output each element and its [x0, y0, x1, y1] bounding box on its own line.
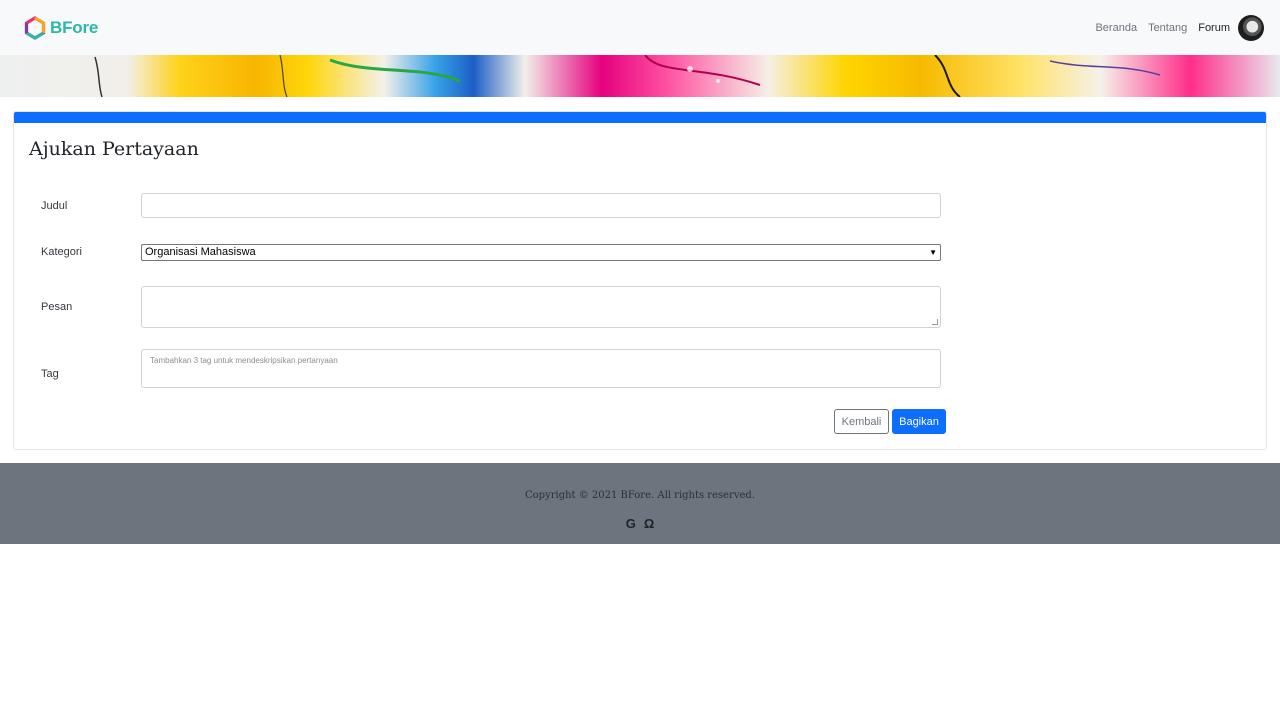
card-header-strip	[14, 112, 1266, 123]
page-title: Ajukan Pertayaan	[29, 138, 199, 160]
title-input[interactable]	[141, 193, 941, 218]
tag-placeholder: Tambahkan 3 tag untuk mendeskripsikan pe…	[150, 356, 338, 365]
resize-grip-icon[interactable]	[932, 319, 938, 325]
paint-banner-image	[0, 55, 1280, 97]
paint-strokes	[94, 55, 1161, 97]
navbar: BFore Beranda Tentang Forum	[0, 0, 1280, 55]
message-label: Pesan	[41, 301, 73, 313]
category-select[interactable]: Organisasi Mahasiswa ▼	[141, 244, 941, 261]
brand-logo-link[interactable]: BFore	[24, 15, 99, 40]
tag-label: Tag	[41, 368, 59, 380]
ask-question-card: Ajukan Pertayaan Judul Kategori Organisa…	[13, 111, 1267, 450]
nav-link-beranda[interactable]: Beranda	[1095, 22, 1137, 34]
nav-link-tentang[interactable]: Tentang	[1148, 22, 1187, 34]
chevron-down-icon: ▼	[929, 248, 937, 257]
user-avatar[interactable]	[1238, 14, 1264, 41]
copyright-text: Copyright © 2021 BFore. All rights reser…	[525, 490, 755, 501]
back-button[interactable]: Kembali	[834, 409, 889, 434]
social-links: G Ω	[0, 516, 1280, 531]
footer: Copyright © 2021 BFore. All rights reser…	[0, 463, 1280, 544]
message-textarea[interactable]	[141, 286, 941, 328]
google-icon[interactable]: G	[626, 516, 636, 531]
hexagon-logo-icon	[24, 15, 46, 40]
nav-links: Beranda Tentang Forum	[1084, 14, 1264, 41]
tag-input[interactable]: Tambahkan 3 tag untuk mendeskripsikan pe…	[141, 349, 941, 388]
category-label: Kategori	[41, 246, 82, 258]
omega-icon[interactable]: Ω	[644, 516, 654, 531]
share-button[interactable]: Bagikan	[892, 409, 946, 434]
title-label: Judul	[41, 200, 68, 212]
nav-link-forum[interactable]: Forum	[1198, 22, 1230, 34]
brand-name: BFore	[50, 17, 99, 37]
category-selected-value: Organisasi Mahasiswa	[145, 246, 256, 258]
